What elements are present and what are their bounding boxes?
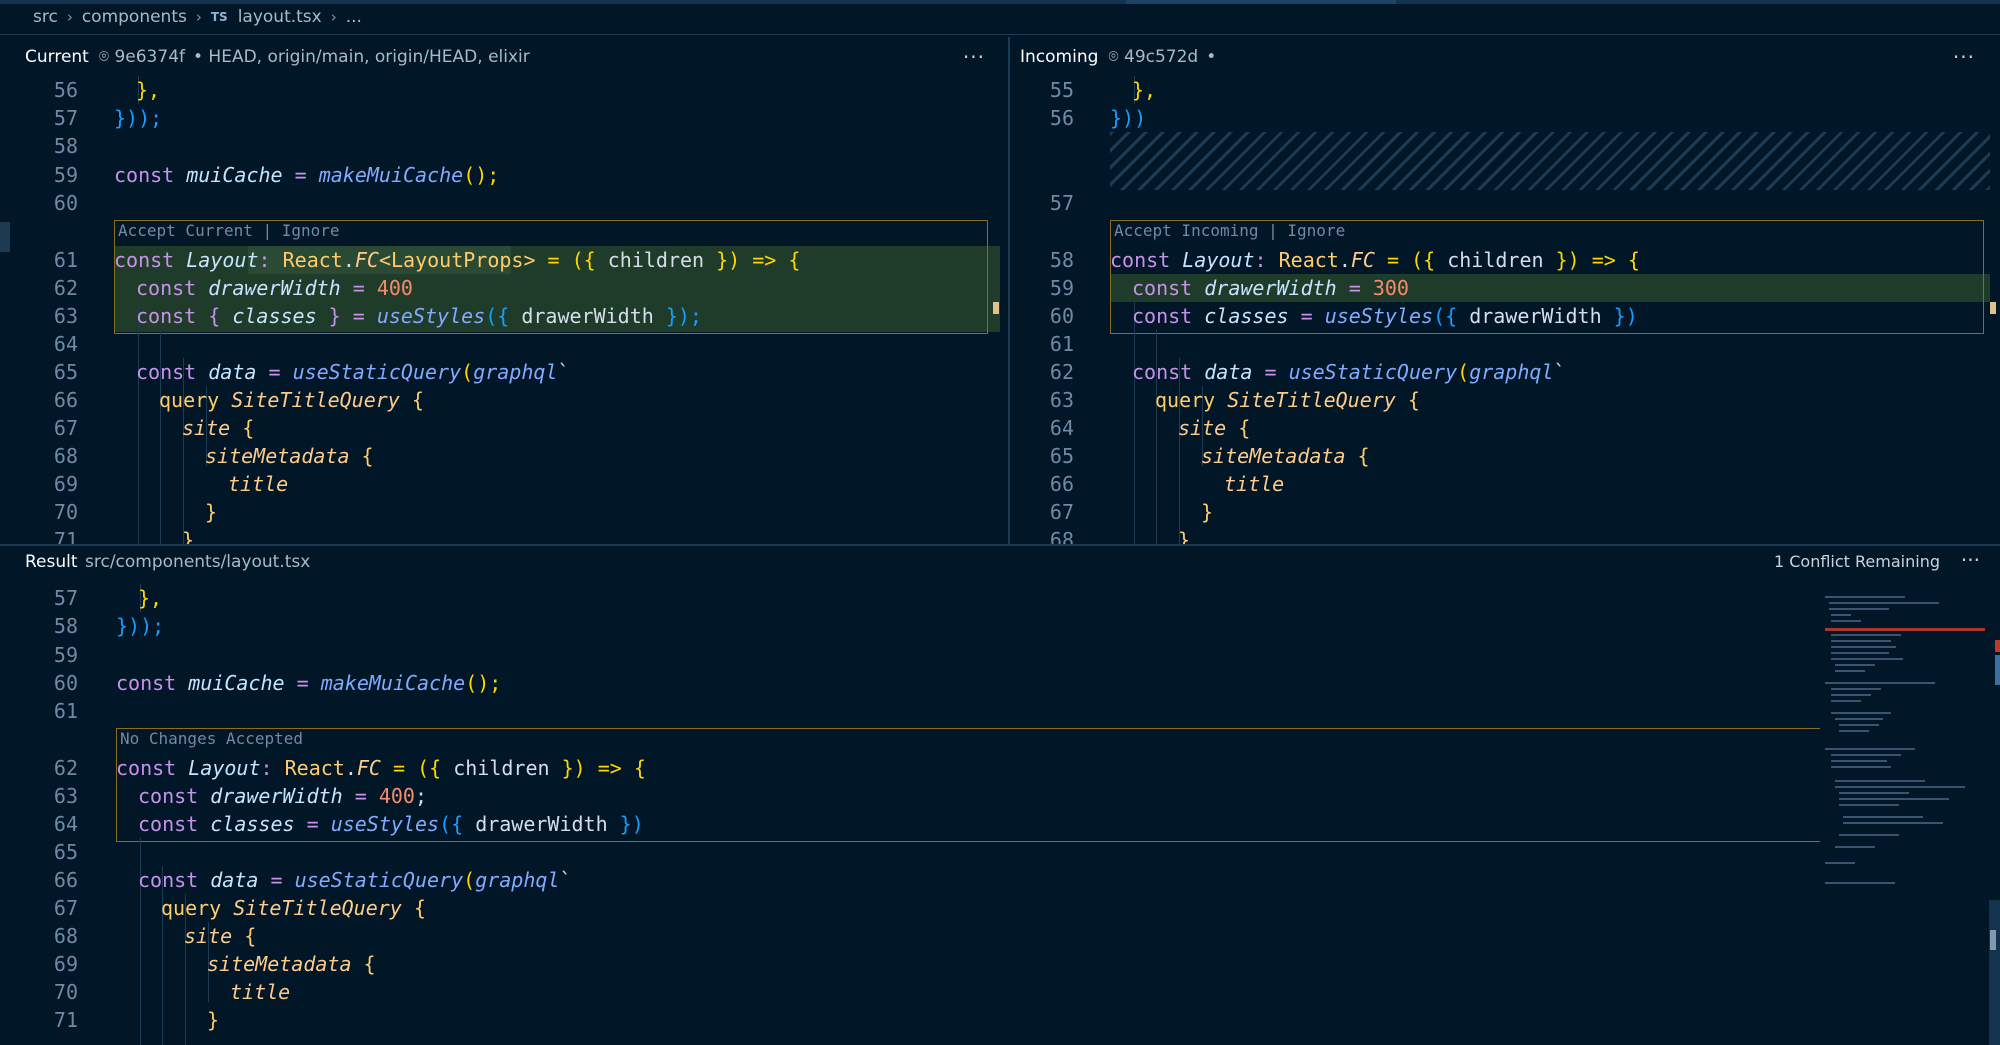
codelens-separator: | — [252, 221, 282, 240]
ignore-current-button[interactable]: Ignore — [282, 221, 340, 240]
result-more-icon[interactable]: ··· — [1961, 548, 1980, 572]
incoming-pane-header: Incoming ⌾ 49c572d • ··· — [1020, 37, 1995, 77]
scrollbar-cursor — [1990, 930, 1996, 950]
chevron-right-icon: › — [330, 8, 337, 26]
accept-incoming-button[interactable]: Accept Incoming — [1114, 221, 1259, 240]
current-editor[interactable]: Accept Current | Ignore 56}, 57})); 58 5… — [0, 76, 1006, 544]
result-path: src/components/layout.tsx — [85, 552, 311, 572]
breadcrumb: src › components › TS layout.tsx › ... — [0, 0, 2000, 35]
codelens-separator: | — [1258, 221, 1288, 240]
incoming-refs: • — [1206, 47, 1217, 67]
current-refs: • HEAD, origin/main, origin/HEAD, elixir — [193, 47, 530, 67]
current-pane-header: Current ⌾ 9e6374f • HEAD, origin/main, o… — [25, 37, 1005, 77]
result-editor[interactable]: No Changes Accepted 57}, 58})); 59 60 con… — [0, 584, 1820, 1045]
current-title: Current — [25, 47, 89, 67]
commit-icon: ⌾ — [1108, 47, 1119, 67]
current-more-icon[interactable]: ··· — [963, 45, 985, 69]
current-codelens: Accept Current | Ignore — [118, 220, 340, 242]
incoming-hash[interactable]: ⌾ 49c572d — [1108, 47, 1198, 67]
result-minimap[interactable] — [1825, 590, 1985, 890]
ignore-incoming-button[interactable]: Ignore — [1287, 221, 1345, 240]
conflicts-remaining[interactable]: 1 Conflict Remaining — [1774, 552, 1940, 571]
commit-icon: ⌾ — [98, 47, 110, 67]
incoming-codelens: Accept Incoming | Ignore — [1114, 220, 1345, 242]
current-hash[interactable]: ⌾ 9e6374f — [99, 47, 185, 67]
alignment-filler — [1110, 132, 1990, 190]
vertical-scrollbar[interactable] — [1989, 900, 2000, 1045]
chevron-right-icon: › — [195, 8, 202, 26]
typescript-icon: TS — [210, 10, 228, 24]
incoming-conflict-scroll-marker — [1990, 302, 1996, 314]
result-codelens: No Changes Accepted — [120, 728, 303, 750]
no-changes-accepted-label: No Changes Accepted — [120, 729, 304, 748]
accept-current-button[interactable]: Accept Current — [118, 221, 253, 240]
incoming-title: Incoming — [1020, 47, 1099, 67]
incoming-more-icon[interactable]: ··· — [1953, 45, 1975, 69]
breadcrumb-src[interactable]: src — [33, 7, 58, 27]
chevron-right-icon: › — [66, 8, 73, 26]
scrollbar-thumb[interactable] — [1995, 655, 2000, 685]
result-title: Result — [25, 552, 78, 572]
result-divider[interactable] — [0, 544, 2000, 546]
breadcrumb-more[interactable]: ... — [346, 7, 362, 27]
breadcrumb-file[interactable]: layout.tsx — [238, 7, 322, 27]
current-conflict-scroll-marker — [993, 302, 999, 314]
breadcrumb-components[interactable]: components — [82, 7, 187, 27]
scrollbar-conflict-marker — [1995, 640, 2000, 652]
incoming-editor[interactable]: Accept Incoming | Ignore 55}, 56})) 57 5… — [1010, 76, 2000, 544]
